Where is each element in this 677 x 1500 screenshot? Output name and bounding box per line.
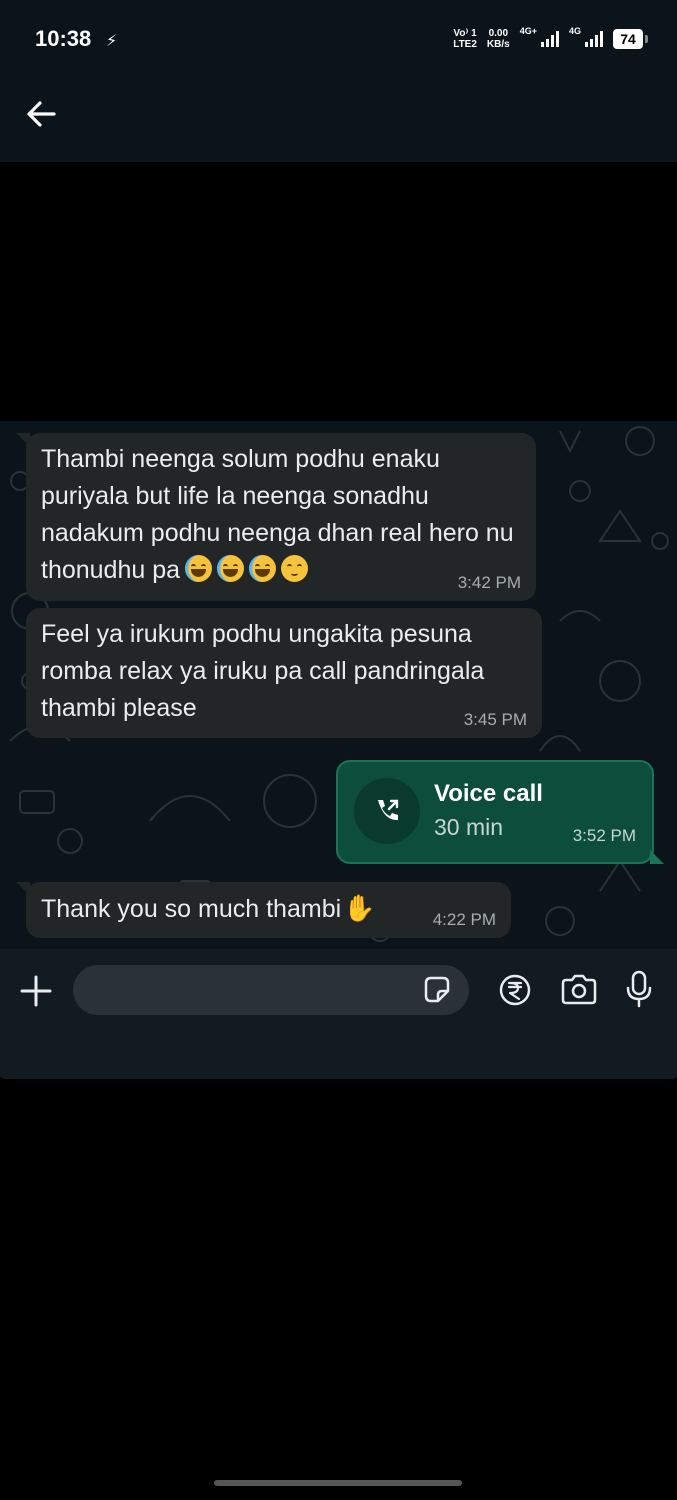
call-title: Voice call <box>434 780 543 807</box>
voice-call-bubble[interactable]: Voice call 30 min 3:52 PM <box>336 760 664 864</box>
battery-level: 74 <box>620 31 636 47</box>
speed-unit: KB/s <box>486 39 510 50</box>
sim2-signal-icon <box>585 31 603 47</box>
rupee-icon <box>499 974 531 1006</box>
folded-hands-icon: ✋ <box>343 893 376 923</box>
loudly-crying-face-icon <box>185 555 213 582</box>
speed-value: 0.00 <box>488 28 509 39</box>
payment-button[interactable] <box>498 973 532 1007</box>
home-indicator[interactable] <box>214 1480 462 1486</box>
message-time: 3:42 PM <box>457 573 521 592</box>
camera-icon <box>561 974 597 1005</box>
attach-button[interactable] <box>18 973 54 1009</box>
message-bubble-incoming[interactable]: Thambi neenga solum podhu enaku puriyala… <box>16 433 536 601</box>
sim2-label: 4G <box>568 26 581 36</box>
message-text: Feel ya irukum podhu ungakita pesuna rom… <box>41 620 485 722</box>
status-indicators: Vo⁾ 1 LTE2 0.00 KB/s 4G+ 4G 74 <box>453 26 648 50</box>
outgoing-call-icon <box>354 778 420 844</box>
sim1-label: 4G+ <box>519 26 537 36</box>
message-bubble-incoming[interactable]: Thank you so much thambi✋ 4:22 PM <box>16 882 511 938</box>
phone-outgoing-icon <box>378 799 399 821</box>
back-button[interactable] <box>22 96 62 132</box>
message-bubble-incoming[interactable]: Feel ya irukum podhu ungakita pesuna rom… <box>26 608 542 738</box>
voice-message-button[interactable] <box>624 969 654 1009</box>
message-text: Thambi neenga solum podhu enaku puriyala… <box>41 445 514 584</box>
top-bar: 10:38 ⚡ Vo⁾ 1 LTE2 0.00 KB/s 4G+ 4G 74 <box>0 0 677 162</box>
volte-top: Vo⁾ 1 <box>453 28 477 39</box>
volte-bottom: LTE2 <box>453 39 477 50</box>
pleading-face-icon <box>281 555 309 582</box>
mic-icon <box>626 970 652 1008</box>
message-input-bar <box>0 949 677 1079</box>
chat-area[interactable]: Thambi neenga solum podhu enaku puriyala… <box>0 421 677 949</box>
charging-icon: ⚡ <box>106 33 118 50</box>
status-time: 10:38 <box>35 26 92 51</box>
loudly-crying-face-icon <box>249 555 277 582</box>
volte-indicator: Vo⁾ 1 LTE2 <box>453 28 477 50</box>
call-duration: 30 min <box>434 814 504 840</box>
message-time: 4:22 PM <box>432 910 496 929</box>
sticker-icon <box>424 976 450 1003</box>
message-text: Thank you so much thambi <box>41 895 342 923</box>
sticker-button[interactable] <box>421 974 453 1006</box>
camera-button[interactable] <box>559 973 599 1007</box>
sim1-signal-icon <box>540 31 559 47</box>
battery-icon: 74 <box>613 29 648 49</box>
network-speed: 0.00 KB/s <box>487 28 510 50</box>
arrow-left-icon <box>27 101 56 127</box>
message-input[interactable] <box>73 965 469 1015</box>
loudly-crying-face-icon <box>217 555 245 582</box>
message-time: 3:45 PM <box>463 710 527 729</box>
plus-icon <box>20 975 52 1007</box>
message-time: 3:52 PM <box>572 826 636 845</box>
